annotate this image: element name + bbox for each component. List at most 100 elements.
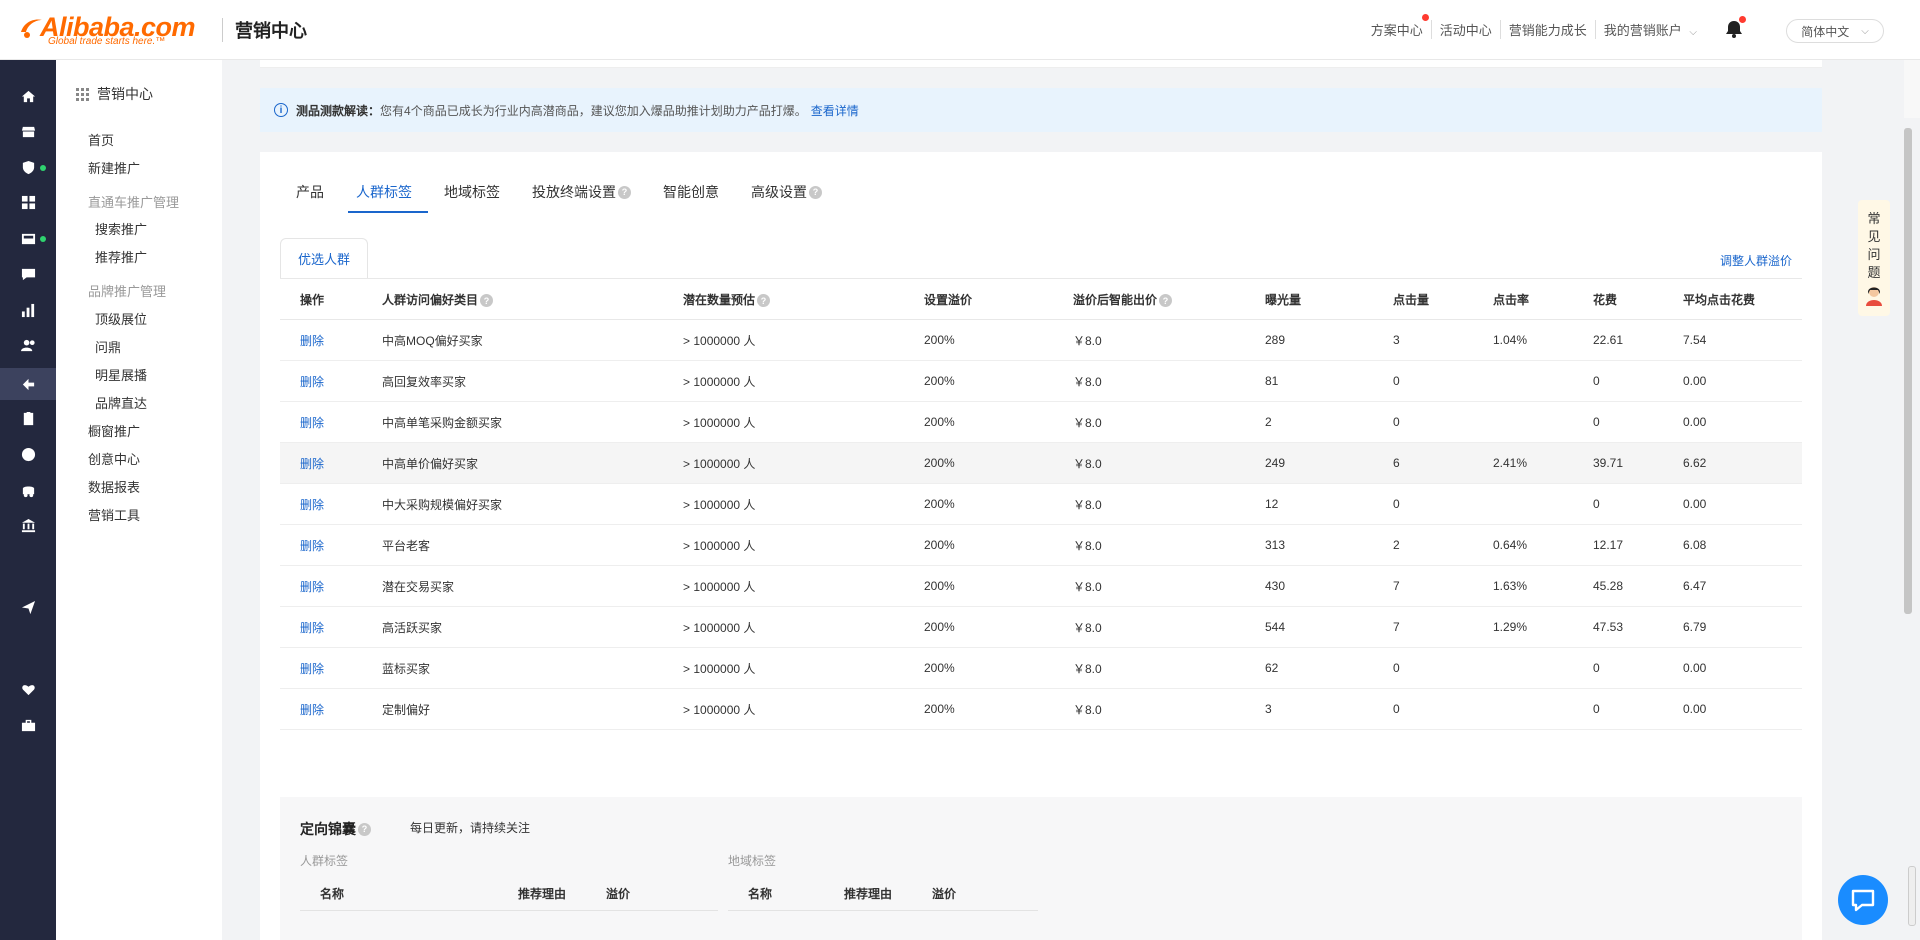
briefcase-icon[interactable] bbox=[18, 715, 38, 735]
cell-smart-bid: ￥8.0 bbox=[1073, 497, 1102, 512]
chevron-down-icon: ⌵ bbox=[1861, 25, 1869, 37]
sidebar-item-star-showcase[interactable]: 明星展播 bbox=[95, 365, 147, 384]
help-icon[interactable]: ? bbox=[358, 822, 371, 836]
sidebar-item-brand-direct[interactable]: 品牌直达 bbox=[95, 393, 147, 412]
cell-premium: 200% bbox=[924, 702, 955, 716]
cell-premium: 200% bbox=[924, 374, 955, 388]
cell-impressions: 12 bbox=[1265, 497, 1279, 511]
inbox-icon[interactable] bbox=[18, 228, 38, 248]
targeting-tips-panel: 定向锦囊 ? 每日更新，请持续关注 人群标签 地域标签 名称 推荐理由 溢价 名… bbox=[280, 797, 1802, 940]
store-icon[interactable] bbox=[18, 121, 38, 141]
nav-label: 营销能力成长 bbox=[1508, 23, 1587, 38]
chat-icon[interactable] bbox=[1838, 875, 1888, 925]
sidebar-item-showcase-promotion[interactable]: 橱窗推广 bbox=[88, 421, 140, 440]
cell-cpc: 6.79 bbox=[1683, 620, 1707, 634]
users-icon[interactable] bbox=[18, 335, 38, 355]
delete-link[interactable]: 删除 bbox=[280, 701, 362, 718]
cell-cpc: 0.00 bbox=[1683, 497, 1707, 511]
adjust-crowd-premium-link[interactable]: 调整人群溢价 bbox=[1720, 252, 1792, 269]
delete-link[interactable]: 删除 bbox=[280, 578, 362, 595]
apps-icon[interactable] bbox=[18, 192, 38, 212]
bank-icon[interactable] bbox=[18, 515, 38, 535]
shield-icon[interactable] bbox=[18, 157, 38, 177]
help-icon[interactable]: ? bbox=[480, 294, 494, 307]
info-icon: i bbox=[274, 103, 288, 117]
sidebar-item-top-display[interactable]: 顶级展位 bbox=[95, 309, 147, 328]
notice-details-link[interactable]: 查看详情 bbox=[811, 102, 859, 119]
cell-potential: > 1000000 人 bbox=[683, 415, 756, 430]
cell-cpc: 0.00 bbox=[1683, 415, 1707, 429]
col-smart-bid: 溢价后智能出价? bbox=[1053, 291, 1245, 308]
cell-smart-bid: ￥8.0 bbox=[1073, 620, 1102, 635]
bell-icon[interactable] bbox=[1724, 16, 1746, 39]
header-divider bbox=[222, 18, 223, 42]
scroll-top-area bbox=[1904, 60, 1920, 118]
faq-button[interactable]: 常 见 问 题 bbox=[1858, 200, 1890, 316]
nav-label: 活动中心 bbox=[1439, 23, 1492, 38]
cell-potential: > 1000000 人 bbox=[683, 579, 756, 594]
cell-category: 高活跃买家 bbox=[382, 620, 443, 635]
language-selector[interactable]: 简体中文 ⌵ bbox=[1786, 19, 1884, 43]
help-icon[interactable]: ? bbox=[1159, 294, 1173, 307]
tab-device-settings[interactable]: 投放终端设置? bbox=[532, 182, 631, 212]
sidebar-title-label: 营销中心 bbox=[97, 86, 153, 102]
table-row: 删除 中高单价偏好买家 > 1000000 人 200% ￥8.0 249 6 2.41% 39… bbox=[280, 443, 1802, 484]
message-icon[interactable] bbox=[18, 264, 38, 284]
heart-icon[interactable] bbox=[18, 679, 38, 699]
chart-icon[interactable] bbox=[18, 300, 38, 320]
delete-link[interactable]: 删除 bbox=[280, 660, 362, 677]
tab-region-tags[interactable]: 地域标签 bbox=[444, 182, 500, 212]
tab-smart-creative[interactable]: 智能创意 bbox=[663, 182, 719, 212]
cell-cost: 0 bbox=[1593, 374, 1600, 388]
tips-title: 定向锦囊 ? bbox=[300, 819, 371, 839]
col-cpc: 平均点击花费 bbox=[1683, 292, 1756, 307]
marketing-icon[interactable] bbox=[0, 368, 56, 400]
delete-link[interactable]: 删除 bbox=[280, 496, 362, 513]
globe-icon[interactable] bbox=[18, 444, 38, 464]
clipboard-icon[interactable] bbox=[18, 408, 38, 428]
sidebar-item-recommend-promotion[interactable]: 推荐推广 bbox=[95, 247, 147, 266]
sidebar-item-search-promotion[interactable]: 搜索推广 bbox=[95, 219, 147, 238]
alibaba-logo[interactable]: Alibaba.com Global trade starts here.™ bbox=[18, 12, 208, 48]
nav-marketing-growth[interactable]: 营销能力成长 bbox=[1499, 20, 1595, 39]
cell-smart-bid: ￥8.0 bbox=[1073, 374, 1102, 389]
help-icon[interactable]: ? bbox=[809, 185, 822, 199]
cell-ctr: 1.04% bbox=[1493, 333, 1528, 347]
tab-advanced-settings[interactable]: 高级设置? bbox=[751, 182, 822, 212]
sidebar-item-data-reports[interactable]: 数据报表 bbox=[88, 477, 140, 496]
tab-label: 投放终端设置 bbox=[532, 184, 616, 200]
cell-cost: 47.53 bbox=[1593, 620, 1624, 634]
nav-my-account[interactable]: 我的营销账户 ⌵ bbox=[1594, 20, 1705, 39]
tab-product[interactable]: 产品 bbox=[296, 182, 324, 212]
sidebar-item-new-promotion[interactable]: 新建推广 bbox=[88, 158, 140, 177]
crowd-tags-label: 人群标签 bbox=[300, 854, 349, 868]
top-header: Alibaba.com Global trade starts here.™ 营… bbox=[0, 0, 1920, 60]
table-row: 删除 中大采购规模偏好买家 > 1000000 人 200% ￥8.0 12 0 0 0.00 bbox=[280, 484, 1802, 525]
scrollbar[interactable] bbox=[1904, 128, 1912, 614]
cell-category: 平台老客 bbox=[382, 538, 431, 553]
delete-link[interactable]: 删除 bbox=[280, 332, 362, 349]
logistics-icon[interactable] bbox=[18, 480, 38, 500]
nav-activity-center[interactable]: 活动中心 bbox=[1430, 20, 1500, 39]
nav-solution-center[interactable]: 方案中心 bbox=[1363, 14, 1431, 39]
delete-link[interactable]: 删除 bbox=[280, 373, 362, 390]
tab-crowd-tags[interactable]: 人群标签 bbox=[348, 182, 428, 213]
col-category: 人群访问偏好类目? bbox=[362, 291, 663, 308]
home-icon[interactable] bbox=[18, 86, 38, 106]
tab-label: 人群标签 bbox=[356, 184, 412, 200]
help-icon[interactable]: ? bbox=[757, 294, 771, 307]
cell-category: 定制偏好 bbox=[382, 702, 431, 717]
col-label: 溢价后智能出价 bbox=[1073, 292, 1158, 307]
sidebar-item-wending[interactable]: 问鼎 bbox=[95, 337, 121, 356]
sidebar-item-home[interactable]: 首页 bbox=[88, 130, 114, 149]
send-icon[interactable] bbox=[18, 597, 38, 617]
delete-link[interactable]: 删除 bbox=[280, 455, 362, 472]
sidebar-item-creative-center[interactable]: 创意中心 bbox=[88, 449, 140, 468]
sidebar-item-marketing-tools[interactable]: 营销工具 bbox=[88, 505, 140, 524]
delete-link[interactable]: 删除 bbox=[280, 619, 362, 636]
help-icon[interactable]: ? bbox=[618, 185, 631, 199]
subtab-preferred-crowd[interactable]: 优选人群 bbox=[280, 238, 368, 278]
region-tips-header: 名称 推荐理由 溢价 bbox=[728, 877, 1038, 911]
delete-link[interactable]: 删除 bbox=[280, 537, 362, 554]
delete-link[interactable]: 删除 bbox=[280, 414, 362, 431]
